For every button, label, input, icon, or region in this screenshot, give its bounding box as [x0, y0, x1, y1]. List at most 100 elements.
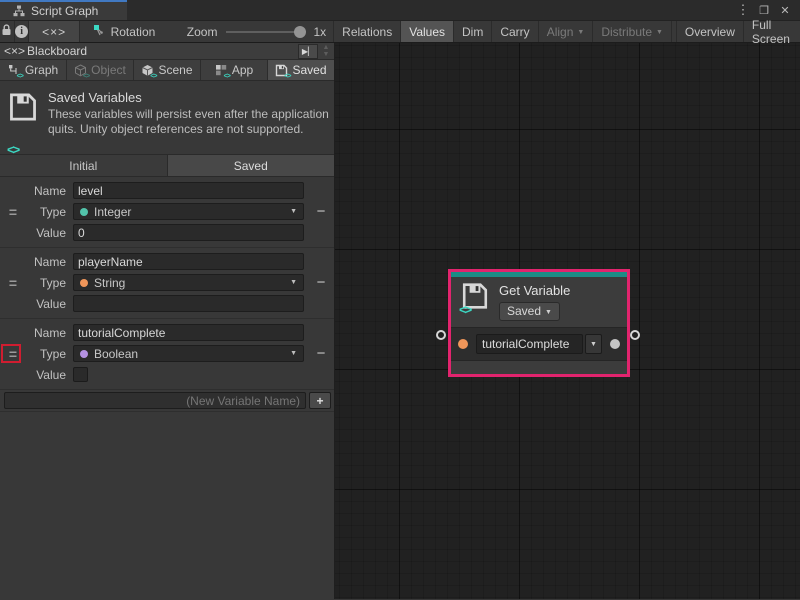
variable-type-dropdown[interactable]: Boolean ▼ — [73, 345, 304, 362]
variable-name-input[interactable] — [78, 183, 299, 198]
info-description: These variables will persist even after … — [48, 107, 330, 137]
saved-variables-icon: <> — [275, 64, 288, 77]
name-label: Name — [26, 255, 66, 269]
toolbar-button-carry[interactable]: Carry — [491, 21, 538, 42]
type-label: Type — [26, 276, 66, 290]
variables-icon: <×> — [4, 44, 25, 58]
variable-value-field[interactable] — [73, 224, 304, 241]
tab-saved[interactable]: <> Saved — [268, 60, 334, 80]
variable-name-input[interactable] — [78, 325, 299, 340]
dock-panel-button[interactable]: ▶▏ — [298, 44, 318, 59]
toolbar-button-align[interactable]: Align▼ — [538, 21, 594, 42]
remove-variable-button[interactable]: − — [317, 278, 326, 288]
chevron-down-icon: ▼ — [656, 29, 663, 36]
remove-variable-button[interactable]: − — [317, 207, 326, 217]
toolbar-button-distribute[interactable]: Distribute▼ — [592, 21, 672, 42]
value-output-port-icon[interactable] — [610, 339, 620, 349]
toolbar-button-dim[interactable]: Dim — [453, 21, 492, 42]
zoom-label: Zoom — [187, 25, 218, 39]
variable-kind-dropdown[interactable]: Saved ▼ — [499, 302, 560, 321]
window-titlebar: Script Graph ⋮ ❐ ✕ — [0, 0, 800, 20]
variable-value-input[interactable] — [78, 296, 299, 311]
graph-canvas[interactable]: <> Get Variable Saved ▼ tutorialComplete — [335, 43, 800, 599]
panel-scroll-arrows[interactable]: ▲▼ — [318, 44, 334, 58]
close-icon[interactable]: ✕ — [778, 4, 792, 17]
lock-button[interactable] — [0, 21, 15, 42]
string-input-port-icon[interactable] — [458, 339, 468, 349]
variable-row-tutorialcomplete: Name = Type Boolean ▼ − Value — [0, 319, 334, 390]
variable-value-field[interactable] — [73, 295, 304, 312]
variable-name-field[interactable] — [73, 324, 304, 341]
tab-scene[interactable]: <> Scene — [134, 60, 201, 80]
remove-variable-button[interactable]: − — [317, 349, 326, 359]
chevron-down-icon: ▼ — [290, 279, 299, 286]
node-header: <> Get Variable Saved ▼ — [451, 277, 627, 327]
node-input-port[interactable] — [436, 330, 446, 340]
drag-handle-icon[interactable]: = — [9, 204, 17, 220]
toolbar-button-relations[interactable]: Relations — [333, 21, 401, 42]
type-label: Type — [26, 347, 66, 361]
toolbar-button-values[interactable]: Values — [400, 21, 454, 42]
maximize-icon[interactable]: ❐ — [757, 4, 771, 17]
chevron-down-icon[interactable]: ▼ — [585, 334, 602, 354]
arrow-up-icon[interactable]: ▲ — [323, 44, 330, 51]
node-body: tutorialComplete ▼ — [451, 327, 627, 361]
variable-name-input[interactable] — [78, 254, 299, 269]
panel-empty-area — [0, 412, 334, 599]
variables-toggle-button[interactable]: <×> — [29, 21, 79, 42]
get-variable-node[interactable]: <> Get Variable Saved ▼ tutorialComplete — [448, 269, 630, 377]
arrow-down-icon[interactable]: ▼ — [323, 51, 330, 58]
rotation-label: Rotation — [111, 25, 156, 39]
graph-hierarchy-icon — [13, 5, 25, 17]
rotation-button[interactable]: Rotation — [85, 21, 164, 42]
scene-variables-icon: <> — [141, 64, 154, 77]
tab-script-graph[interactable]: Script Graph — [0, 0, 127, 20]
tab-object[interactable]: <> Object — [67, 60, 134, 80]
variable-scope-tabs: <> Graph <> Object — [0, 60, 334, 81]
lock-icon — [1, 24, 12, 39]
variable-value-input[interactable] — [78, 225, 299, 240]
zoom-value: 1x — [313, 25, 326, 39]
chevron-down-icon: ▼ — [290, 350, 299, 357]
type-color-dot — [80, 279, 88, 287]
variable-name-field[interactable] — [73, 182, 304, 199]
initial-saved-tabs: Initial Saved — [0, 155, 334, 177]
info-icon: i — [15, 25, 28, 38]
tab-label: Script Graph — [31, 4, 98, 18]
rotation-icon — [93, 24, 106, 40]
variables-icon: <×> — [42, 25, 66, 39]
new-variable-input[interactable] — [5, 393, 305, 408]
add-variable-button[interactable]: + — [309, 392, 331, 409]
node-output-port[interactable] — [630, 330, 640, 340]
zoom-slider[interactable] — [226, 31, 304, 33]
saved-variables-info: <> Saved Variables These variables will … — [0, 81, 334, 155]
blackboard-panel: <×> Blackboard ▶▏ ▲▼ <> Graph — [0, 43, 335, 599]
blackboard-title: Blackboard — [27, 44, 87, 58]
info-button[interactable]: i — [15, 21, 30, 42]
variable-name-field[interactable] — [73, 253, 304, 270]
drag-handle-icon[interactable]: = — [9, 275, 17, 291]
zoom-slider-handle[interactable] — [294, 26, 306, 38]
type-color-dot — [80, 208, 88, 216]
name-label: Name — [26, 184, 66, 198]
node-footer — [451, 361, 627, 374]
new-variable-field[interactable] — [4, 392, 306, 409]
boolean-value-checkbox[interactable] — [73, 367, 88, 382]
new-variable-row: + — [0, 390, 334, 412]
tab-saved-scope[interactable]: Saved — [168, 155, 335, 176]
tab-graph[interactable]: <> Graph — [0, 60, 67, 80]
tab-app[interactable]: <> App — [201, 60, 268, 80]
chevron-down-icon: ▼ — [577, 29, 584, 36]
window-menu-icon[interactable]: ⋮ — [736, 2, 750, 18]
variable-name-dropdown[interactable]: tutorialComplete ▼ — [476, 334, 602, 354]
graph-variables-icon: <> — [8, 64, 21, 77]
tab-initial[interactable]: Initial — [0, 155, 168, 176]
name-label: Name — [26, 326, 66, 340]
graph-toolbar: i <×> Rotation Zoom 1x Relations Values … — [0, 20, 800, 43]
variable-type-dropdown[interactable]: Integer ▼ — [73, 203, 304, 220]
value-label: Value — [26, 368, 66, 382]
toolbar-button-fullscreen[interactable]: Full Screen — [743, 21, 800, 42]
variable-type-dropdown[interactable]: String ▼ — [73, 274, 304, 291]
saved-floppy-icon: <> — [8, 92, 38, 154]
toolbar-button-overview[interactable]: Overview — [676, 21, 744, 42]
